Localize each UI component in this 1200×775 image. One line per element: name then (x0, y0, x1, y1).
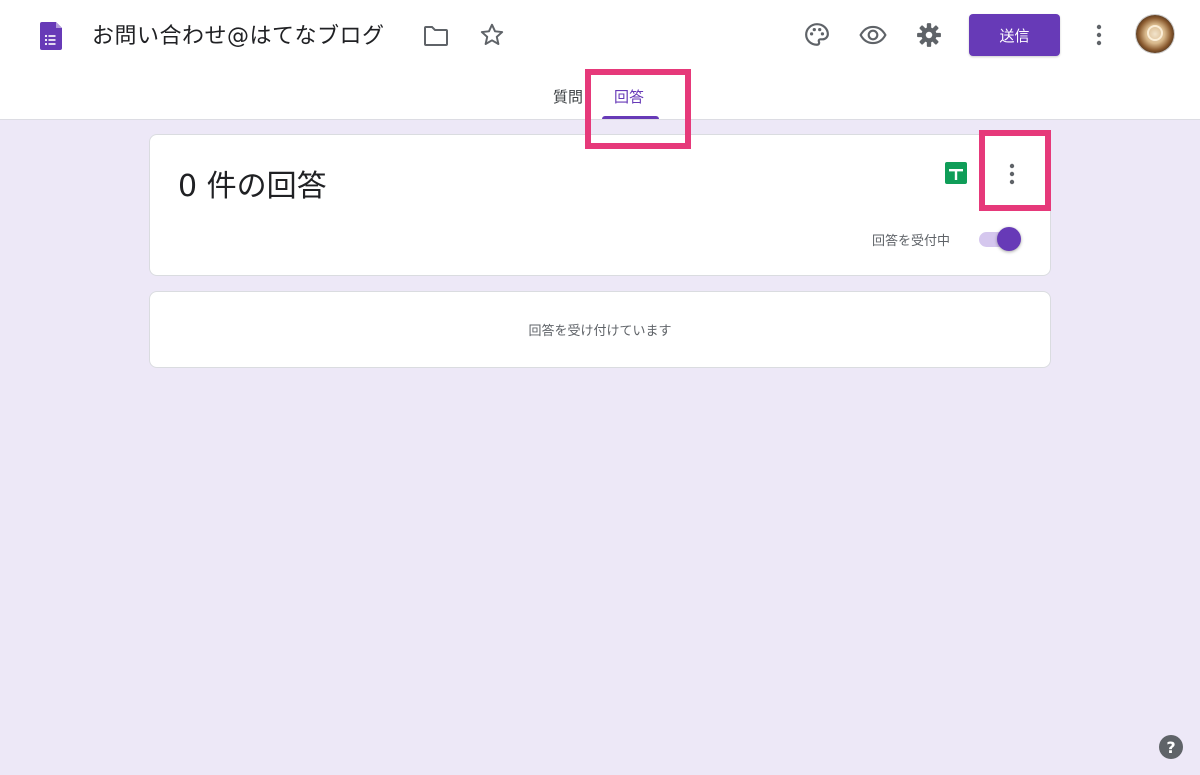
accepting-responses-toggle[interactable] (977, 226, 1025, 252)
response-count: 0 件の回答 (178, 169, 327, 204)
app-header: お問い合わせ@はてなブログ 送信 質問 回答 (0, 0, 1200, 120)
tab-responses[interactable]: 回答 (614, 86, 644, 107)
accepting-responses-label: 回答を受付中 (872, 234, 951, 249)
star-icon[interactable] (472, 15, 512, 55)
responses-summary-card: 0 件の回答 回答を受付中 (149, 134, 1051, 276)
active-tab-indicator (602, 116, 659, 119)
more-vert-icon (1009, 163, 1015, 185)
gear-icon[interactable] (909, 15, 949, 55)
forms-responses-page: お問い合わせ@はてなブログ 送信 質問 回答 0 件の回答 回答を受付中 回答を… (0, 0, 1200, 775)
avatar[interactable] (1136, 15, 1174, 53)
send-button[interactable]: 送信 (969, 14, 1060, 56)
document-title[interactable]: お問い合わせ@はてなブログ (92, 18, 385, 50)
responses-more-button[interactable] (993, 155, 1031, 193)
toggle-thumb (997, 227, 1021, 251)
status-message: 回答を受け付けています (528, 324, 672, 339)
sheets-icon[interactable] (944, 161, 968, 185)
folder-icon[interactable] (416, 16, 456, 56)
eye-icon[interactable] (853, 15, 893, 55)
more-vert-icon[interactable] (1079, 15, 1119, 55)
help-icon[interactable]: ? (1159, 735, 1183, 759)
forms-icon[interactable] (40, 22, 64, 50)
palette-icon[interactable] (797, 15, 837, 55)
response-status-card: 回答を受け付けています (149, 291, 1051, 368)
tab-questions[interactable]: 質問 (553, 86, 583, 107)
